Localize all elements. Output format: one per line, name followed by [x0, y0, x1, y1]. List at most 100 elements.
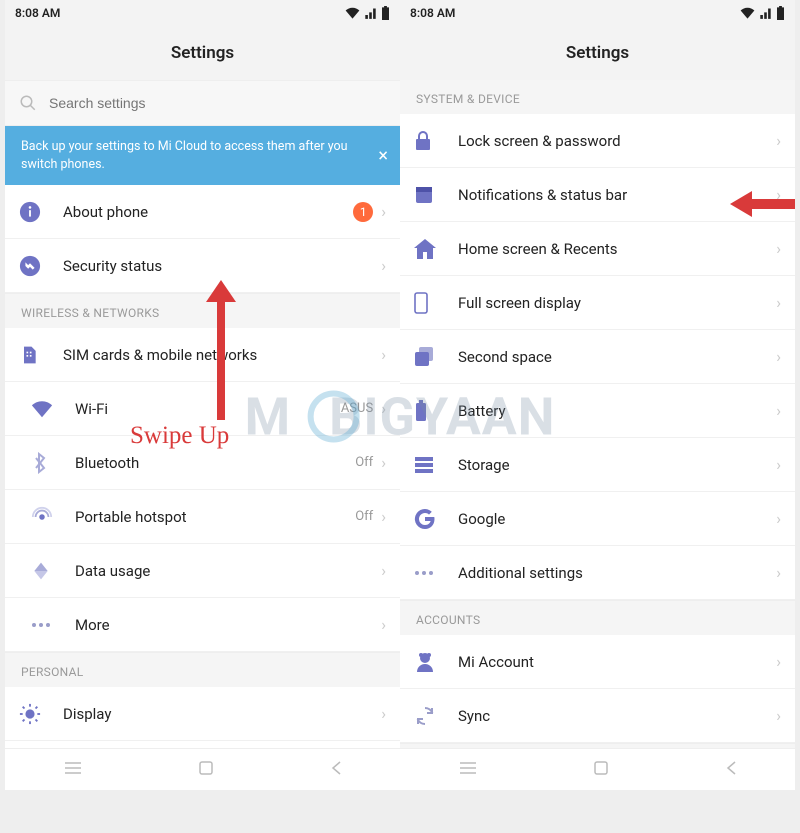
- hotspot-item[interactable]: Portable hotspot Off ›: [5, 490, 400, 544]
- home-icon: [414, 239, 458, 259]
- status-icons: [345, 6, 390, 20]
- page-title: Settings: [400, 26, 795, 80]
- item-label: Bluetooth: [75, 454, 355, 472]
- lock-icon: [414, 130, 458, 152]
- nav-home-icon[interactable]: [593, 760, 609, 780]
- status-bar: 8:08 AM: [5, 0, 400, 26]
- additional-settings-item[interactable]: Additional settings ›: [400, 546, 795, 600]
- item-label: More: [75, 616, 381, 634]
- chevron-right-icon: ›: [381, 615, 386, 634]
- item-label: Display: [63, 705, 381, 723]
- chevron-right-icon: ›: [381, 704, 386, 723]
- item-label: Home screen & Recents: [458, 240, 776, 258]
- info-icon: [19, 201, 63, 223]
- chevron-right-icon: ›: [776, 185, 781, 204]
- wifi-item[interactable]: Wi-Fi ASUS ›: [5, 382, 400, 436]
- about-phone-item[interactable]: About phone 1 ›: [5, 185, 400, 239]
- cloud-backup-banner[interactable]: Back up your settings to Mi Cloud to acc…: [5, 126, 400, 185]
- chevron-right-icon: ›: [776, 706, 781, 725]
- item-value: Off: [355, 509, 373, 524]
- google-item[interactable]: Google ›: [400, 492, 795, 546]
- item-label: Additional settings: [458, 564, 776, 582]
- nav-menu-icon[interactable]: [63, 760, 83, 779]
- notifications-item[interactable]: Notifications & status bar ›: [400, 168, 795, 222]
- item-label: Storage: [458, 456, 776, 474]
- bluetooth-icon: [31, 452, 75, 474]
- item-label: SIM cards & mobile networks: [63, 346, 381, 364]
- nav-home-icon[interactable]: [198, 760, 214, 780]
- item-label: Full screen display: [458, 294, 776, 312]
- second-space-icon: [414, 346, 458, 368]
- section-system: SYSTEM & DEVICE: [400, 80, 795, 114]
- close-icon[interactable]: ×: [378, 143, 388, 168]
- item-label: Security status: [63, 257, 381, 275]
- sync-item[interactable]: Sync ›: [400, 689, 795, 743]
- display-item[interactable]: Display ›: [5, 687, 400, 741]
- data-usage-icon: [31, 561, 75, 581]
- full-screen-item[interactable]: Full screen display ›: [400, 276, 795, 330]
- wifi-icon: [345, 7, 360, 19]
- banner-text: Back up your settings to Mi Cloud to acc…: [21, 139, 348, 172]
- chevron-right-icon: ›: [776, 239, 781, 258]
- nav-bar: [5, 748, 400, 790]
- security-status-item[interactable]: Security status ›: [5, 239, 400, 293]
- item-label: Mi Account: [458, 653, 776, 671]
- battery-item[interactable]: Battery ›: [400, 384, 795, 438]
- chevron-right-icon: ›: [776, 509, 781, 528]
- home-screen-item[interactable]: Home screen & Recents ›: [400, 222, 795, 276]
- battery-icon: [414, 400, 458, 422]
- section-personal: PERSONAL: [5, 652, 400, 687]
- item-label: Wi-Fi: [75, 400, 341, 418]
- search-box[interactable]: [5, 80, 400, 126]
- wifi-icon: [740, 7, 755, 19]
- chevron-right-icon: ›: [381, 507, 386, 526]
- item-label: Notifications & status bar: [458, 186, 776, 204]
- chevron-right-icon: ›: [381, 561, 386, 580]
- chevron-right-icon: ›: [776, 131, 781, 150]
- item-label: Data usage: [75, 562, 381, 580]
- status-time: 8:08 AM: [410, 6, 455, 20]
- item-label: Sync: [458, 707, 776, 725]
- sim-cards-item[interactable]: SIM cards & mobile networks ›: [5, 328, 400, 382]
- item-label: Second space: [458, 348, 776, 366]
- notification-badge: 1: [353, 202, 373, 222]
- bluetooth-item[interactable]: Bluetooth Off ›: [5, 436, 400, 490]
- nav-back-icon[interactable]: [330, 760, 342, 780]
- signal-icon: [759, 7, 772, 19]
- mi-account-icon: [414, 652, 458, 672]
- signal-icon: [364, 7, 377, 19]
- status-icons: [740, 6, 785, 20]
- second-space-item[interactable]: Second space ›: [400, 330, 795, 384]
- chevron-right-icon: ›: [776, 455, 781, 474]
- more-item[interactable]: More ›: [5, 598, 400, 652]
- more-icon: [414, 570, 458, 576]
- settings-scroll[interactable]: SYSTEM & DEVICE Lock screen & password ›…: [400, 80, 795, 790]
- data-usage-item[interactable]: Data usage ›: [5, 544, 400, 598]
- nav-menu-icon[interactable]: [458, 760, 478, 779]
- fullscreen-icon: [414, 292, 458, 314]
- search-icon: [19, 94, 37, 112]
- google-icon: [414, 508, 458, 530]
- battery-icon: [776, 6, 785, 20]
- chevron-right-icon: ›: [776, 563, 781, 582]
- hotspot-icon: [31, 506, 75, 528]
- item-value: ASUS: [341, 401, 373, 416]
- storage-icon: [414, 456, 458, 474]
- nav-back-icon[interactable]: [725, 760, 737, 780]
- chevron-right-icon: ›: [381, 399, 386, 418]
- lock-screen-item[interactable]: Lock screen & password ›: [400, 114, 795, 168]
- settings-scroll[interactable]: Back up your settings to Mi Cloud to acc…: [5, 80, 400, 790]
- item-value: Off: [355, 455, 373, 470]
- chevron-right-icon: ›: [776, 293, 781, 312]
- item-label: Lock screen & password: [458, 132, 776, 150]
- wifi-icon: [31, 400, 75, 418]
- section-accounts: ACCOUNTS: [400, 600, 795, 635]
- chevron-right-icon: ›: [381, 453, 386, 472]
- mi-account-item[interactable]: Mi Account ›: [400, 635, 795, 689]
- battery-icon: [381, 6, 390, 20]
- phone-right: 8:08 AM Settings SYSTEM & DEVICE Lock sc…: [400, 0, 795, 790]
- item-label: Battery: [458, 402, 776, 420]
- shield-icon: [19, 255, 63, 277]
- storage-item[interactable]: Storage ›: [400, 438, 795, 492]
- search-input[interactable]: [49, 95, 386, 111]
